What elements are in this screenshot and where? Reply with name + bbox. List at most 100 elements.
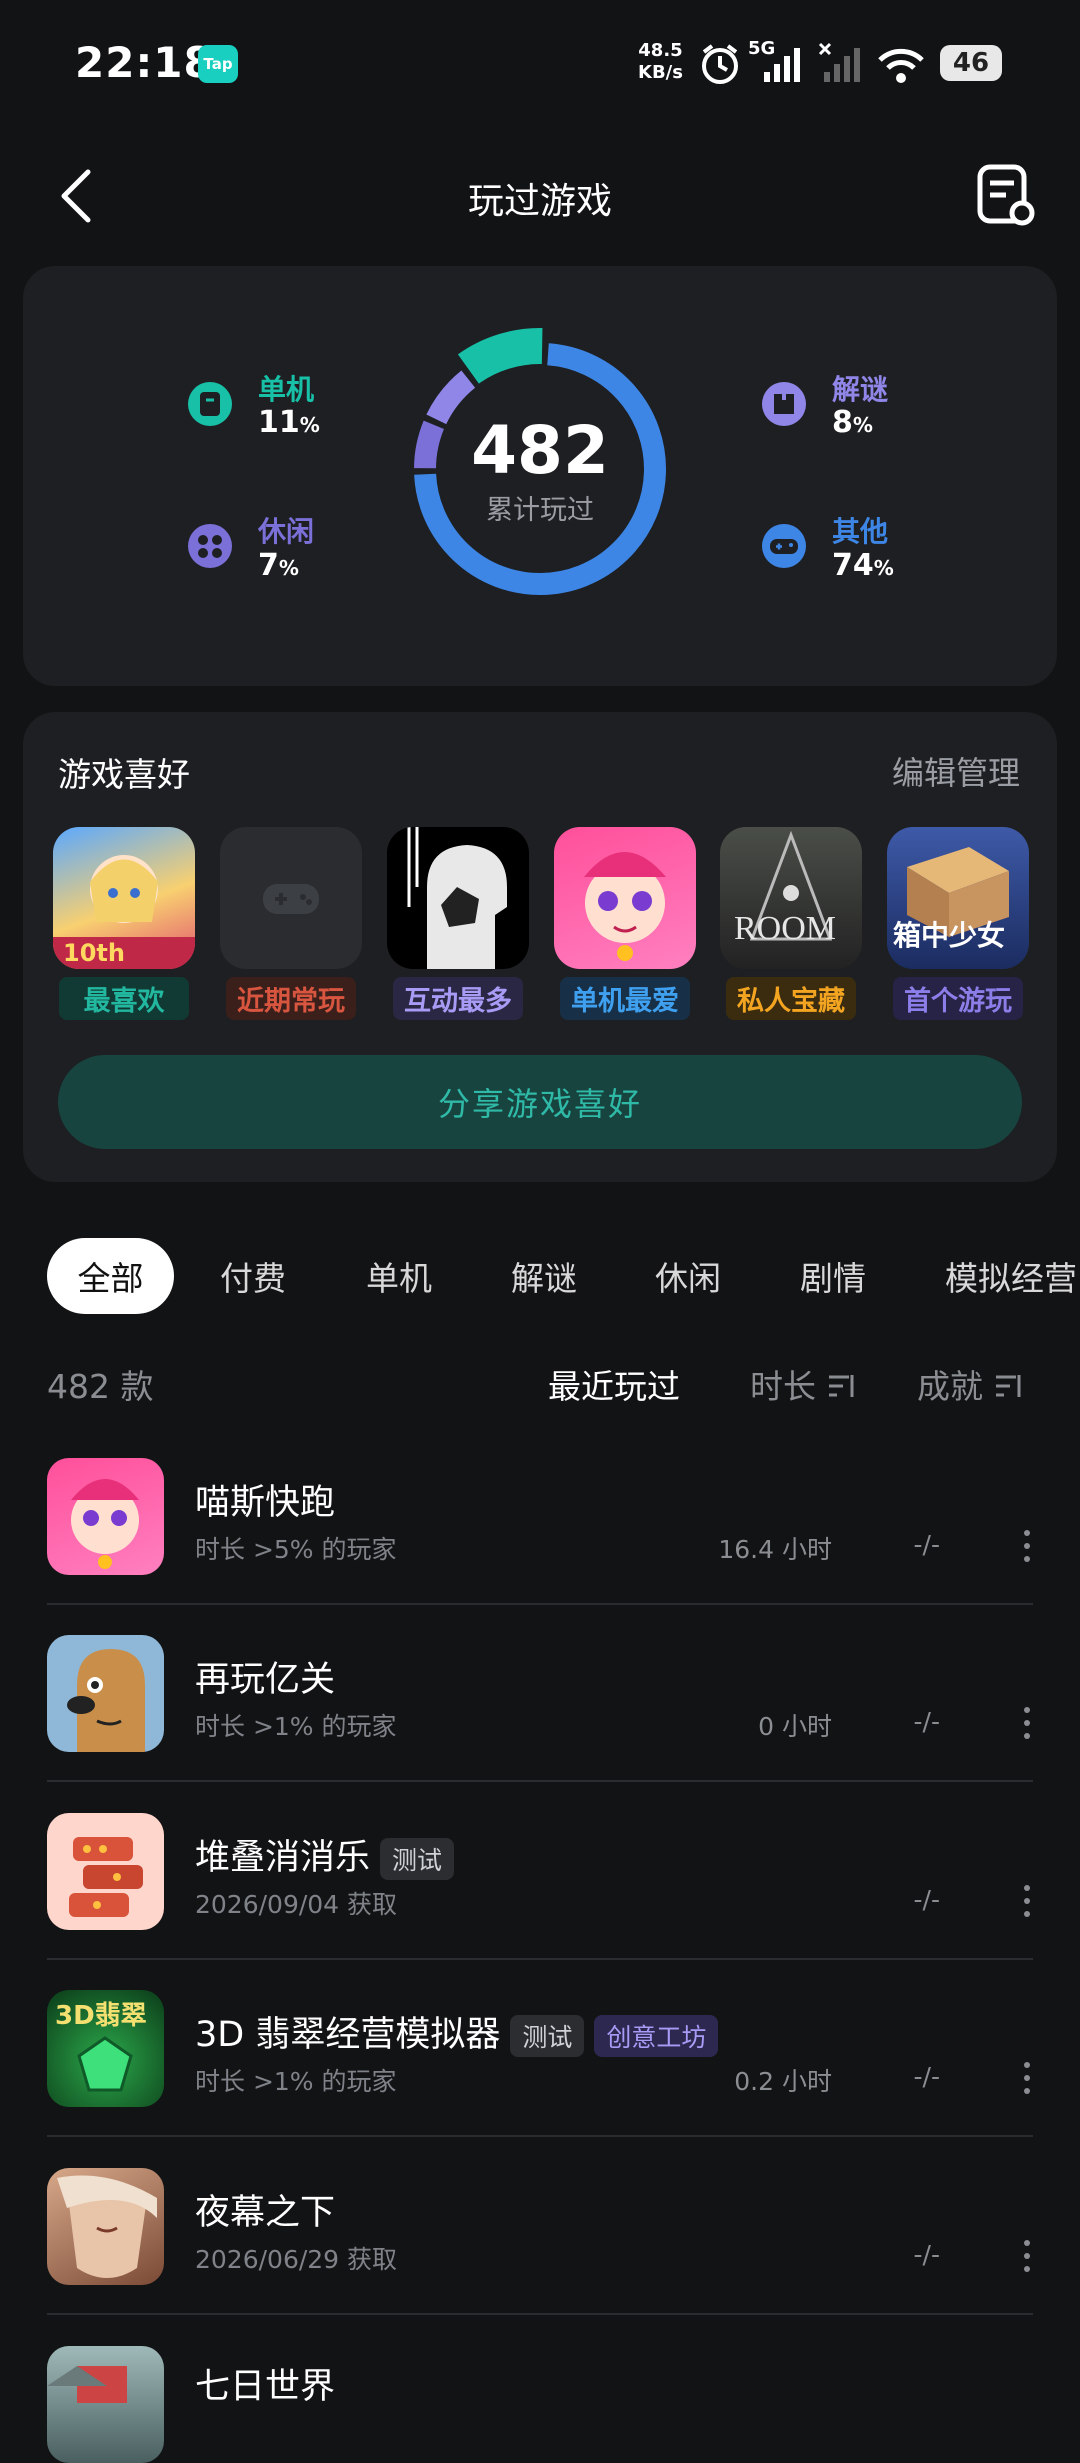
more-options-icon[interactable] xyxy=(1024,1530,1032,1569)
game-icon-zai-wan-yi-guan[interactable] xyxy=(47,1635,164,1752)
game-subtitle: 2026/06/29 获取 xyxy=(195,2245,398,2274)
jade-gem-icon: 3D翡翠 xyxy=(55,2001,147,2092)
sort-playtime-label: 时长 xyxy=(750,1367,816,1406)
total-played-label: 累计玩过 xyxy=(486,495,594,526)
stat-label-other: 其他 xyxy=(832,515,889,548)
game-name-text: 3D 翡翠经营模拟器 xyxy=(195,2015,501,2055)
pref-tag: 最喜欢 xyxy=(59,977,189,1020)
pref-game-interactive[interactable]: 互动最多 xyxy=(387,827,529,1020)
stat-value-puzzle: 8% xyxy=(832,405,873,440)
game-name[interactable]: 堆叠消消乐 测试 xyxy=(195,1829,455,1880)
single-player-icon xyxy=(188,382,232,426)
total-played-count: 482 xyxy=(471,412,609,489)
game-achievements: -/- xyxy=(913,2062,940,2091)
game-icon xyxy=(220,827,362,969)
donut-segment-4 xyxy=(457,328,543,384)
status-time: 22:18 xyxy=(75,38,214,87)
casual-icon xyxy=(188,524,232,568)
pref-game-single[interactable]: 单机最爱 xyxy=(554,827,696,1020)
stat-unit: % xyxy=(852,413,873,437)
tab-puzzle[interactable]: 解谜 xyxy=(511,1238,577,1314)
game-name[interactable]: 七日世界 xyxy=(195,2358,335,2409)
test-badge: 测试 xyxy=(510,2015,585,2057)
stat-value-number: 11 xyxy=(258,405,300,440)
game-icon-once-human[interactable] xyxy=(47,2346,164,2463)
sort-achievement-label: 成就 xyxy=(917,1367,983,1406)
speed-unit: KB/s xyxy=(638,62,683,83)
portrait-character-icon xyxy=(57,2175,157,2278)
seal-character-icon xyxy=(67,1649,145,1752)
tab-simulation[interactable]: 模拟经营 xyxy=(945,1238,1080,1314)
game-subtitle: 时长 >1% 的玩家 xyxy=(195,1712,397,1741)
sort-achievement[interactable]: 成就 xyxy=(917,1360,1024,1408)
battery-indicator: 46 xyxy=(940,45,1002,81)
svg-text:ROOM: ROOM xyxy=(734,910,836,947)
game-playtime: 0.2 小时 xyxy=(734,2067,832,2096)
pref-game-favorite[interactable]: 10th 最喜欢 xyxy=(53,827,195,1020)
sort-playtime[interactable]: 时长 xyxy=(750,1360,857,1408)
game-icon xyxy=(554,827,696,969)
divider xyxy=(47,2313,1033,2315)
game-subtitle: 时长 >5% 的玩家 xyxy=(195,1535,397,1564)
more-options-icon[interactable] xyxy=(1024,2240,1032,2279)
divider xyxy=(47,1958,1033,1960)
tab-single[interactable]: 单机 xyxy=(366,1238,432,1314)
stat-label-puzzle: 解谜 xyxy=(832,373,889,406)
tab-all[interactable]: 全部 xyxy=(47,1238,174,1314)
share-preferences-button[interactable]: 分享游戏喜好 xyxy=(58,1055,1022,1149)
gamepad-icon xyxy=(762,524,806,568)
tab-casual[interactable]: 休闲 xyxy=(655,1238,721,1314)
pref-game-recent[interactable]: 近期常玩 xyxy=(220,827,362,1020)
signal-icon-no-service xyxy=(818,42,860,82)
pref-game-first[interactable]: 箱中少女 首个游玩 xyxy=(887,827,1029,1020)
game-icon xyxy=(387,827,529,969)
game-subtitle: 2026/09/04 获取 xyxy=(195,1890,398,1919)
stat-value-number: 74 xyxy=(832,548,874,583)
sort-icon xyxy=(828,1375,853,1397)
game-name[interactable]: 喵斯快跑 xyxy=(195,1474,335,1525)
more-options-icon[interactable] xyxy=(1024,1885,1032,1924)
more-options-icon[interactable] xyxy=(1024,2062,1032,2101)
stat-value-casual: 7% xyxy=(258,548,299,583)
wifi-icon xyxy=(878,48,924,83)
game-icon: ROOM xyxy=(720,827,862,969)
game-icon-muse-dash[interactable] xyxy=(47,1458,164,1575)
game-achievements: -/- xyxy=(913,1530,940,1559)
workshop-badge: 创意工坊 xyxy=(594,2015,719,2057)
pref-tag: 首个游玩 xyxy=(893,977,1023,1020)
settings-list-icon[interactable] xyxy=(976,163,1038,229)
preferences-title: 游戏喜好 xyxy=(58,755,190,794)
game-icon-stack-match[interactable] xyxy=(47,1813,164,1930)
game-subtitle: 时长 >1% 的玩家 xyxy=(195,2067,397,2096)
game-name[interactable]: 夜幕之下 xyxy=(195,2184,335,2235)
stat-value-number: 8 xyxy=(832,405,853,440)
stat-unit: % xyxy=(873,556,894,580)
gamepad-placeholder-icon xyxy=(263,884,319,914)
pref-game-treasure[interactable]: ROOM 私人宝藏 xyxy=(720,827,862,1020)
game-icon: 10th xyxy=(53,827,195,969)
game-playtime: 0 小时 xyxy=(758,1712,832,1741)
game-icon-night-falls[interactable] xyxy=(47,2168,164,2285)
network-speed: 48.5 KB/s xyxy=(638,40,683,84)
game-icon: 箱中少女 xyxy=(887,827,1029,969)
edit-manage-link[interactable]: 编辑管理 xyxy=(892,748,1020,794)
divider xyxy=(47,2135,1033,2137)
game-name[interactable]: 3D 翡翠经营模拟器 测试 创意工坊 xyxy=(195,2006,719,2057)
cardboard-box-icon: 箱中少女 xyxy=(893,847,1009,952)
muse-dash-character-icon xyxy=(71,1479,139,1569)
game-name-text: 堆叠消消乐 xyxy=(195,1838,371,1878)
muse-dash-character-icon xyxy=(584,852,666,961)
sort-recent[interactable]: 最近玩过 xyxy=(548,1360,680,1408)
landscape-icon xyxy=(47,2366,127,2406)
tab-paid[interactable]: 付费 xyxy=(220,1238,286,1314)
svg-text:3D翡翠: 3D翡翠 xyxy=(55,2001,147,2031)
pref-tag: 互动最多 xyxy=(393,977,523,1020)
more-options-icon[interactable] xyxy=(1024,1707,1032,1746)
tab-story[interactable]: 剧情 xyxy=(800,1238,866,1314)
game-name[interactable]: 再玩亿关 xyxy=(195,1651,335,1702)
game-icon-jade-sim[interactable]: 3D翡翠 xyxy=(47,1990,164,2107)
room-three-icon: ROOM xyxy=(734,830,836,947)
divider xyxy=(47,1603,1033,1605)
stat-value-other: 74% xyxy=(832,548,894,583)
test-badge: 测试 xyxy=(380,1838,455,1880)
